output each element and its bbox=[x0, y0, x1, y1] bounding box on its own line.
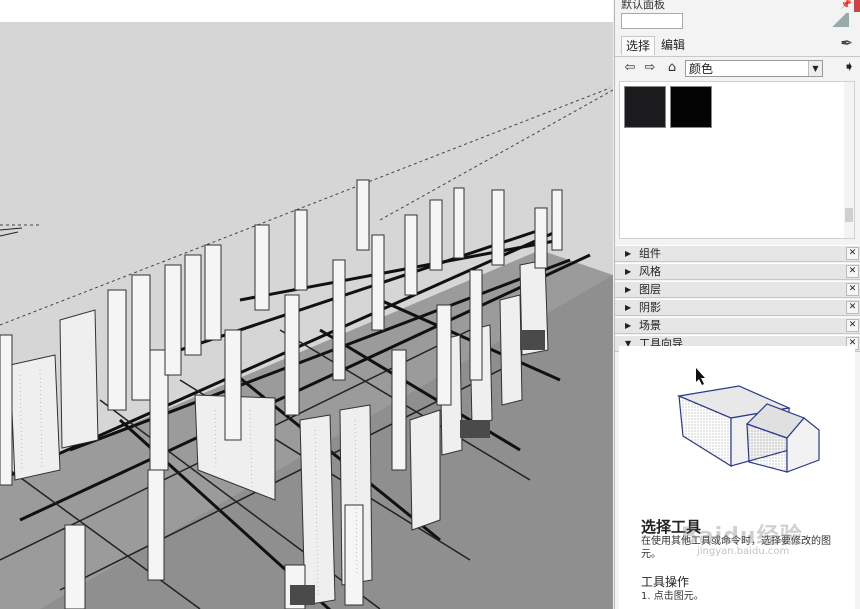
close-icon[interactable]: ✕ bbox=[846, 319, 859, 332]
material-library-select[interactable]: 颜色 ▼ bbox=[685, 60, 823, 77]
back-arrow-icon[interactable]: ⇦ bbox=[621, 59, 639, 77]
tab-select[interactable]: 选择 bbox=[621, 36, 656, 55]
close-icon[interactable]: ✕ bbox=[846, 247, 859, 260]
pin-icon[interactable]: 📌 bbox=[841, 0, 852, 10]
close-icon[interactable]: ✕ bbox=[846, 283, 859, 296]
tray-components[interactable]: ▶ 组件 ✕ bbox=[615, 245, 860, 262]
close-icon[interactable]: ✕ bbox=[846, 265, 859, 278]
tray-layers[interactable]: ▶ 图层 ✕ bbox=[615, 281, 860, 298]
chevron-down-icon[interactable]: ▼ bbox=[808, 61, 822, 76]
material-swatches bbox=[619, 81, 855, 239]
material-swatch[interactable] bbox=[670, 86, 712, 128]
home-icon[interactable]: ⌂ bbox=[663, 59, 681, 77]
tray-sections: ▶ 组件 ✕ ▶ 风格 ✕ ▶ 图层 ✕ ▶ 阴影 ✕ ▶ 场景 ✕ ▼ 工具向导 ✕ bbox=[615, 245, 860, 353]
instructor-content: 选择工具 在使用其他工具或命令时，选择要修改的图元。 工具操作 1. 点击图元。… bbox=[619, 346, 855, 609]
forward-arrow-icon[interactable]: ⇨ bbox=[641, 59, 659, 77]
swatch-scrollbar[interactable] bbox=[844, 82, 854, 238]
watermark-url: jingyan.baidu.com bbox=[697, 546, 790, 557]
close-icon[interactable]: ✕ bbox=[846, 301, 859, 314]
cursor-arrow-icon bbox=[696, 368, 705, 385]
material-preview-swatch bbox=[829, 13, 849, 27]
material-library-value: 颜色 bbox=[689, 62, 714, 76]
close-panel-strip[interactable] bbox=[854, 0, 860, 12]
select-tool-illustration bbox=[676, 368, 820, 473]
tray-shadows[interactable]: ▶ 阴影 ✕ bbox=[615, 299, 860, 316]
material-preview bbox=[619, 13, 849, 29]
building-model-scene bbox=[0, 0, 613, 609]
details-arrow-icon[interactable]: ➧ bbox=[843, 59, 855, 75]
tray-scenes[interactable]: ▶ 场景 ✕ bbox=[615, 317, 860, 334]
library-nav: ⇦ ⇨ ⌂ 颜色 ▼ ➧ bbox=[615, 58, 860, 80]
eyedropper-icon[interactable]: ✒ bbox=[840, 34, 853, 52]
tab-edit[interactable]: 编辑 bbox=[657, 36, 689, 54]
panel-title: 默认面板 bbox=[621, 0, 665, 11]
tray-styles[interactable]: ▶ 风格 ✕ bbox=[615, 263, 860, 280]
material-name-box[interactable] bbox=[621, 13, 683, 29]
instructor-step: 1. 点击图元。 bbox=[641, 591, 704, 602]
materials-tabs: 选择 编辑 ✒ bbox=[615, 34, 860, 57]
model-viewport[interactable] bbox=[0, 0, 613, 609]
material-swatch[interactable] bbox=[624, 86, 666, 128]
default-tray-panel: 默认面板 📌 选择 编辑 ✒ ⇦ ⇨ ⌂ 颜色 ▼ ➧ ▶ 组件 ✕ ▶ 风格 ✕ ▶ 图… bbox=[614, 0, 860, 609]
